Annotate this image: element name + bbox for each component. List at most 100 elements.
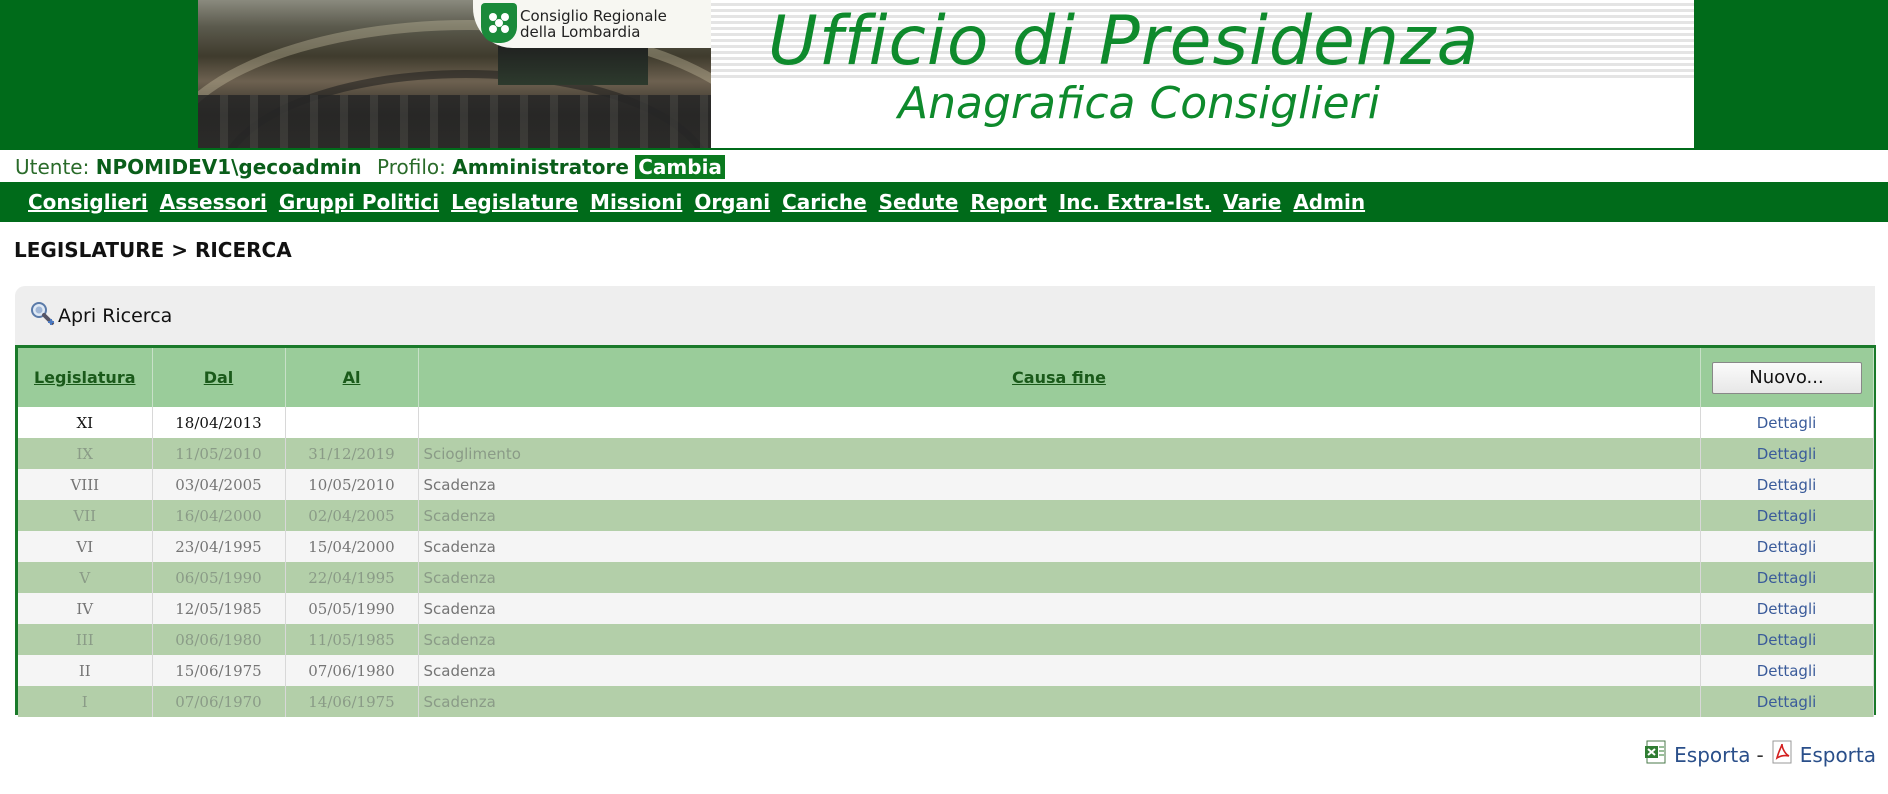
- banner-title: Ufficio di Presidenza: [768, 2, 1480, 81]
- cell-causa-fine: Scadenza: [418, 593, 1701, 624]
- cell-causa-fine: Scadenza: [418, 624, 1701, 655]
- change-profile-button[interactable]: Cambia: [635, 155, 725, 179]
- cell-causa-fine: [418, 407, 1701, 438]
- cell-legislatura: VII: [18, 500, 153, 531]
- cell-dal: 18/04/2013: [152, 407, 286, 438]
- nav-item-legislature[interactable]: Legislature: [451, 190, 578, 214]
- details-link[interactable]: Dettagli: [1757, 507, 1817, 525]
- open-search-label: Apri Ricerca: [58, 304, 173, 327]
- open-search-toggle[interactable]: Apri Ricerca: [29, 300, 172, 331]
- logo-text: Consiglio Regionale della Lombardia: [520, 8, 667, 40]
- cell-causa-fine: Scadenza: [418, 469, 1701, 500]
- table-row: VI 23/04/1995 15/04/2000 Scadenza Dettag…: [18, 531, 1874, 562]
- cell-actions: Dettagli: [1700, 686, 1874, 717]
- details-link[interactable]: Dettagli: [1757, 662, 1817, 680]
- table-row: II 15/06/1975 07/06/1980 Scadenza Dettag…: [18, 655, 1874, 686]
- user-info: Utente: NPOMIDEV1\gecoadmin: [15, 152, 362, 182]
- regional-council-logo-icon: [481, 3, 517, 43]
- cell-actions: Dettagli: [1700, 407, 1874, 438]
- nav-item-sedute[interactable]: Sedute: [879, 190, 959, 214]
- cell-causa-fine: Scioglimento: [418, 438, 1701, 469]
- search-panel: Apri Ricerca: [15, 286, 1875, 346]
- user-bar: Utente: NPOMIDEV1\gecoadmin Profilo: Amm…: [0, 152, 1888, 182]
- cell-dal: 16/04/2000: [152, 500, 286, 531]
- cell-al: 07/06/1980: [285, 655, 419, 686]
- new-button[interactable]: Nuovo...: [1711, 361, 1862, 394]
- table-row: VII 16/04/2000 02/04/2005 Scadenza Detta…: [18, 500, 1874, 531]
- table-row: XI 18/04/2013 Dettagli: [18, 407, 1874, 438]
- details-link[interactable]: Dettagli: [1757, 693, 1817, 711]
- column-header-actions: Nuovo...: [1700, 348, 1874, 407]
- table-row: III 08/06/1980 11/05/1985 Scadenza Detta…: [18, 624, 1874, 655]
- nav-item-report[interactable]: Report: [970, 190, 1046, 214]
- cell-al: 10/05/2010: [285, 469, 419, 500]
- table-header-row: Legislatura Dal Al Causa fine Nuovo...: [18, 348, 1874, 407]
- breadcrumb: LEGISLATURE > RICERCA: [14, 238, 292, 262]
- pdf-icon[interactable]: [1770, 740, 1794, 769]
- cell-actions: Dettagli: [1700, 438, 1874, 469]
- details-link[interactable]: Dettagli: [1757, 414, 1817, 432]
- cell-al: 11/05/1985: [285, 624, 419, 655]
- cell-legislatura: II: [18, 655, 153, 686]
- nav-item-gruppi-politici[interactable]: Gruppi Politici: [279, 190, 439, 214]
- cell-dal: 06/05/1990: [152, 562, 286, 593]
- export-separator: -: [1756, 742, 1764, 767]
- cell-al: 31/12/2019: [285, 438, 419, 469]
- cell-al: [285, 407, 419, 438]
- cell-legislatura: VIII: [18, 469, 153, 500]
- table-row: VIII 03/04/2005 10/05/2010 Scadenza Dett…: [18, 469, 1874, 500]
- details-link[interactable]: Dettagli: [1757, 569, 1817, 587]
- details-link[interactable]: Dettagli: [1757, 538, 1817, 556]
- nav-item-assessori[interactable]: Assessori: [160, 190, 267, 214]
- banner-subtitle: Anagrafica Consiglieri: [898, 78, 1380, 129]
- logo-line-2: della Lombardia: [520, 23, 641, 41]
- table-row: IX 11/05/2010 31/12/2019 Scioglimento De…: [18, 438, 1874, 469]
- nav-item-consiglieri[interactable]: Consiglieri: [28, 190, 148, 214]
- nav-item-organi[interactable]: Organi: [694, 190, 770, 214]
- cell-actions: Dettagli: [1700, 655, 1874, 686]
- details-link[interactable]: Dettagli: [1757, 600, 1817, 618]
- cell-dal: 23/04/1995: [152, 531, 286, 562]
- excel-icon[interactable]: [1644, 740, 1668, 769]
- cell-legislatura: VI: [18, 531, 153, 562]
- nav-item-missioni[interactable]: Missioni: [590, 190, 682, 214]
- cell-legislatura: IV: [18, 593, 153, 624]
- nav-item-varie[interactable]: Varie: [1223, 190, 1281, 214]
- column-header-dal[interactable]: Dal: [152, 348, 286, 407]
- column-header-causa-fine[interactable]: Causa fine: [418, 348, 1701, 407]
- cell-actions: Dettagli: [1700, 500, 1874, 531]
- export-pdf-link[interactable]: Esporta: [1800, 743, 1876, 767]
- cell-legislatura: XI: [18, 407, 153, 438]
- user-label: Utente:: [15, 155, 90, 179]
- cell-actions: Dettagli: [1700, 531, 1874, 562]
- cell-dal: 15/06/1975: [152, 655, 286, 686]
- profile-value: Amministratore: [452, 155, 629, 179]
- cell-actions: Dettagli: [1700, 469, 1874, 500]
- table-row: V 06/05/1990 22/04/1995 Scadenza Dettagl…: [18, 562, 1874, 593]
- cell-legislatura: IX: [18, 438, 153, 469]
- nav-item-inc-extra-ist[interactable]: Inc. Extra-Ist.: [1059, 190, 1211, 214]
- details-link[interactable]: Dettagli: [1757, 445, 1817, 463]
- cell-al: 02/04/2005: [285, 500, 419, 531]
- banner-image: Consiglio Regionale della Lombardia Uffi…: [198, 0, 1694, 148]
- cell-al: 22/04/1995: [285, 562, 419, 593]
- cell-al: 05/05/1990: [285, 593, 419, 624]
- cell-legislatura: III: [18, 624, 153, 655]
- column-header-al[interactable]: Al: [285, 348, 419, 407]
- export-excel-link[interactable]: Esporta: [1674, 743, 1750, 767]
- nav-item-cariche[interactable]: Cariche: [782, 190, 867, 214]
- cell-dal: 12/05/1985: [152, 593, 286, 624]
- details-link[interactable]: Dettagli: [1757, 476, 1817, 494]
- nav-item-admin[interactable]: Admin: [1293, 190, 1365, 214]
- main-nav: Consiglieri Assessori Gruppi Politici Le…: [0, 182, 1888, 222]
- cell-legislatura: V: [18, 562, 153, 593]
- table-row: IV 12/05/1985 05/05/1990 Scadenza Dettag…: [18, 593, 1874, 624]
- cell-dal: 07/06/1970: [152, 686, 286, 717]
- cell-dal: 03/04/2005: [152, 469, 286, 500]
- cell-al: 14/06/1975: [285, 686, 419, 717]
- user-value: NPOMIDEV1\gecoadmin: [95, 155, 362, 179]
- cell-actions: Dettagli: [1700, 624, 1874, 655]
- cell-legislatura: I: [18, 686, 153, 717]
- details-link[interactable]: Dettagli: [1757, 631, 1817, 649]
- column-header-legislatura[interactable]: Legislatura: [18, 348, 153, 407]
